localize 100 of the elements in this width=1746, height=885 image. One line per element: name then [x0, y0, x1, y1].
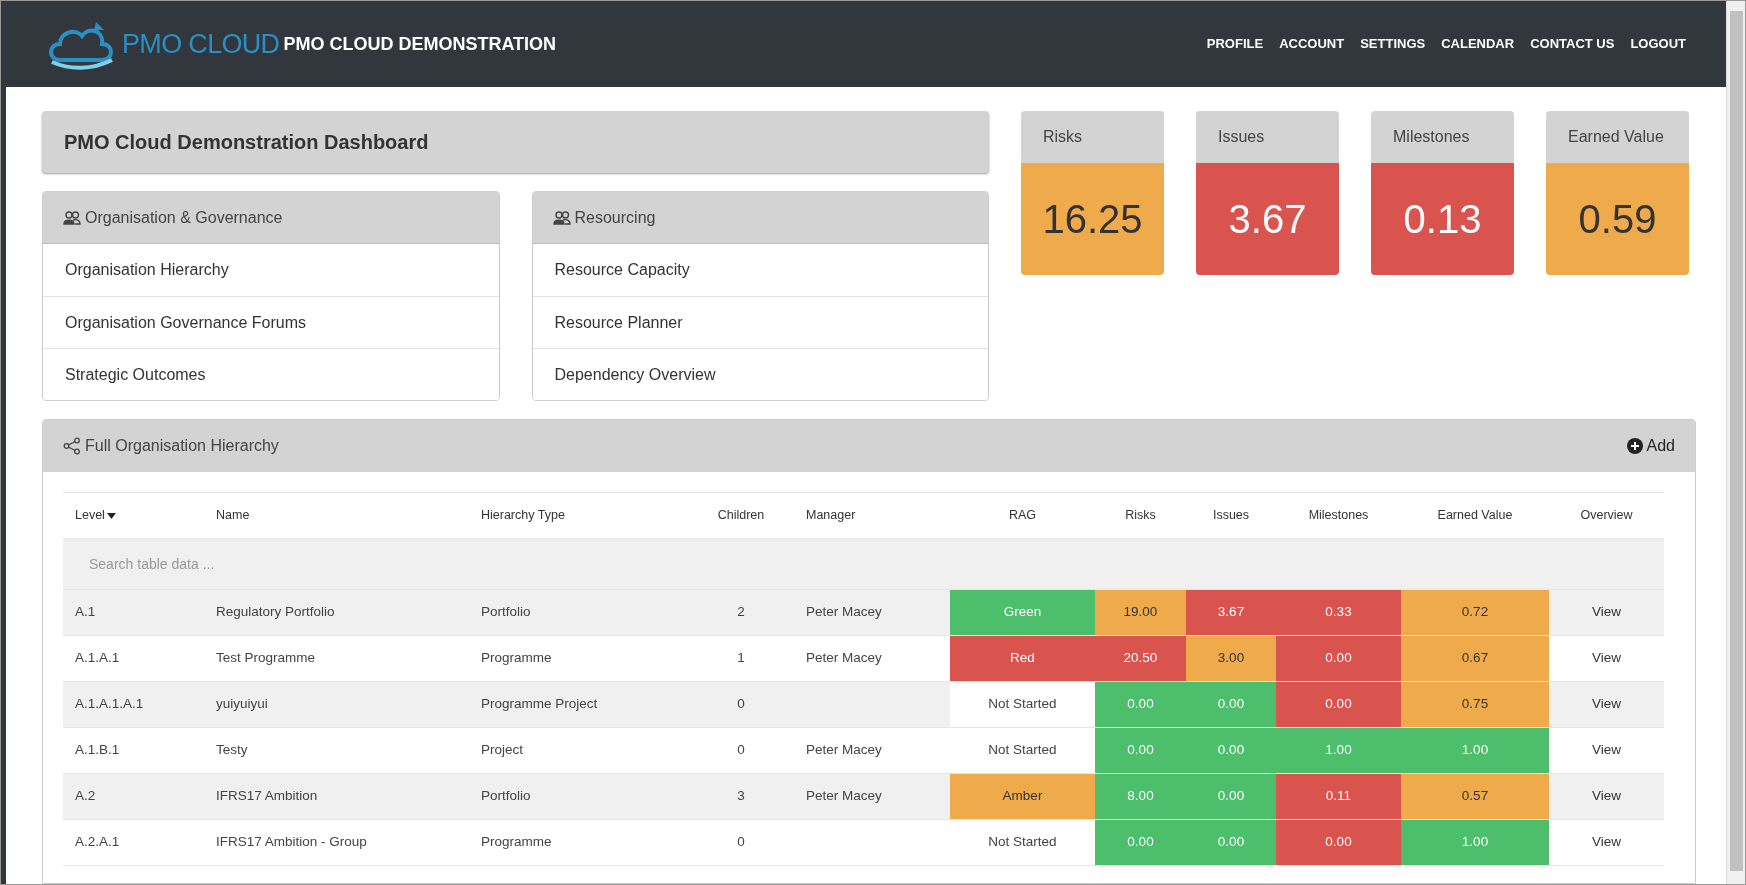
app-title: PMO CLOUD DEMONSTRATION	[283, 32, 557, 56]
view-link[interactable]: View	[1592, 650, 1621, 666]
scrollbar-thumb[interactable]	[1729, 11, 1743, 871]
column-header[interactable]: Overview	[1580, 508, 1633, 523]
search-field[interactable]: Search table data ...	[63, 539, 1664, 589]
dashboard-title: PMO Cloud Demonstration Dashboard	[64, 130, 429, 155]
table-cell: 2	[688, 589, 794, 636]
status-cell: 0.00	[1095, 727, 1186, 774]
column-header[interactable]: Children	[717, 508, 765, 523]
status-cell: 0.00	[1276, 819, 1401, 866]
status-cell: 0.72	[1401, 589, 1549, 636]
column-header[interactable]: Manager	[806, 508, 856, 523]
status-cell: Green	[950, 589, 1095, 636]
view-link[interactable]: View	[1592, 788, 1621, 804]
panel-title: Resourcing	[574, 207, 656, 228]
table-cell: Regulatory Portfolio	[204, 589, 469, 636]
status-cell: Not Started	[950, 819, 1095, 866]
nav-link[interactable]: SETTINGS	[1360, 34, 1426, 54]
nav-link[interactable]: CONTACT US	[1530, 34, 1615, 54]
add-button[interactable]: Add	[1626, 434, 1675, 458]
view-link[interactable]: View	[1592, 604, 1621, 620]
view-link[interactable]: View	[1592, 696, 1621, 712]
table-cell: A.1.B.1	[63, 727, 204, 774]
table-cell: Portfolio	[469, 589, 688, 636]
status-cell: Not Started	[950, 681, 1095, 728]
table-cell: A.2	[63, 773, 204, 820]
column-header[interactable]: Milestones	[1308, 508, 1369, 523]
status-cell: 0.00	[1276, 681, 1401, 728]
sort-caret-icon	[106, 512, 116, 519]
scrollbar[interactable]	[1726, 1, 1745, 884]
status-cell: 0.00	[1186, 681, 1276, 728]
nav-link[interactable]: CALENDAR	[1441, 34, 1515, 54]
table-cell: Programme	[469, 635, 688, 682]
status-cell: 1.00	[1401, 819, 1549, 866]
status-cell: 19.00	[1095, 589, 1186, 636]
table-cell: Peter Macey	[794, 773, 950, 820]
stat-value: 0.59	[1578, 196, 1657, 243]
status-cell: Amber	[950, 773, 1095, 820]
status-cell: 3.67	[1186, 589, 1276, 636]
table-cell: IFRS17 Ambition	[204, 773, 469, 820]
table-cell: Test Programme	[204, 635, 469, 682]
view-link[interactable]: View	[1592, 742, 1621, 758]
people-icon	[552, 210, 571, 225]
table-cell: Testy	[204, 727, 469, 774]
nav-link[interactable]: PROFILE	[1206, 34, 1264, 54]
view-link[interactable]: View	[1592, 834, 1621, 850]
table-cell: Programme	[469, 819, 688, 866]
status-cell: 0.75	[1401, 681, 1549, 728]
menu-link[interactable]: Dependency Overview	[532, 348, 988, 400]
status-cell: 0.00	[1095, 681, 1186, 728]
status-cell: 0.00	[1095, 819, 1186, 866]
status-cell: 0.11	[1276, 773, 1401, 820]
table-cell: IFRS17 Ambition - Group	[204, 819, 469, 866]
table-cell: A.1.A.1	[63, 635, 204, 682]
status-cell: 8.00	[1095, 773, 1186, 820]
column-header[interactable]: Earned Value	[1437, 508, 1513, 523]
column-header[interactable]: Risks	[1125, 508, 1156, 523]
column-header[interactable]: Issues	[1212, 508, 1250, 523]
status-cell: 1.00	[1401, 727, 1549, 774]
status-cell: Not Started	[950, 727, 1095, 774]
table-cell: A.2.A.1	[63, 819, 204, 866]
column-header[interactable]: RAG	[1008, 508, 1037, 523]
status-cell: 20.50	[1095, 635, 1186, 682]
people-icon	[63, 210, 81, 225]
status-cell: 0.00	[1186, 727, 1276, 774]
stat-value: 3.67	[1228, 196, 1307, 243]
stat-value: 0.13	[1403, 196, 1482, 243]
status-cell: Red	[950, 635, 1095, 682]
table-cell: 3	[688, 773, 794, 820]
stat-label: Earned Value	[1568, 127, 1664, 147]
table-cell: 0	[688, 681, 794, 728]
column-header[interactable]: Hierarchy Type	[481, 508, 565, 523]
table-cell: Peter Macey	[794, 727, 950, 774]
status-cell: 0.00	[1186, 773, 1276, 820]
table-cell: Peter Macey	[794, 635, 950, 682]
stat-label: Milestones	[1393, 127, 1470, 147]
table-cell: Portfolio	[469, 773, 688, 820]
plus-circle-icon	[1626, 438, 1643, 454]
table-cell: 1	[688, 635, 794, 682]
table-cell: A.1.A.1.A.1	[63, 681, 204, 728]
status-cell: 0.00	[1276, 635, 1401, 682]
panel-title: Full Organisation Hierarchy	[85, 436, 279, 456]
nav-link[interactable]: LOGOUT	[1630, 34, 1686, 54]
stat-label: Risks	[1043, 127, 1083, 147]
table-cell: Programme Project	[469, 681, 688, 728]
table-cell: 0	[688, 819, 794, 866]
status-cell: 3.00	[1186, 635, 1276, 682]
table-cell: A.1	[63, 589, 204, 636]
nav-link[interactable]: ACCOUNT	[1279, 34, 1345, 54]
status-cell: 0.33	[1276, 589, 1401, 636]
stat-label: Issues	[1218, 127, 1265, 147]
status-cell: 0.57	[1401, 773, 1549, 820]
status-cell: 1.00	[1276, 727, 1401, 774]
panel-title: Organisation & Governance	[85, 207, 283, 228]
column-header[interactable]: Name	[216, 508, 250, 523]
menu-link[interactable]: Strategic Outcomes	[43, 348, 499, 400]
status-cell: 0.67	[1401, 635, 1549, 682]
table-cell: yuiyuiyui	[204, 681, 469, 728]
sortable-column-header[interactable]: Level	[75, 506, 116, 525]
stat-value: 16.25	[1042, 196, 1143, 243]
